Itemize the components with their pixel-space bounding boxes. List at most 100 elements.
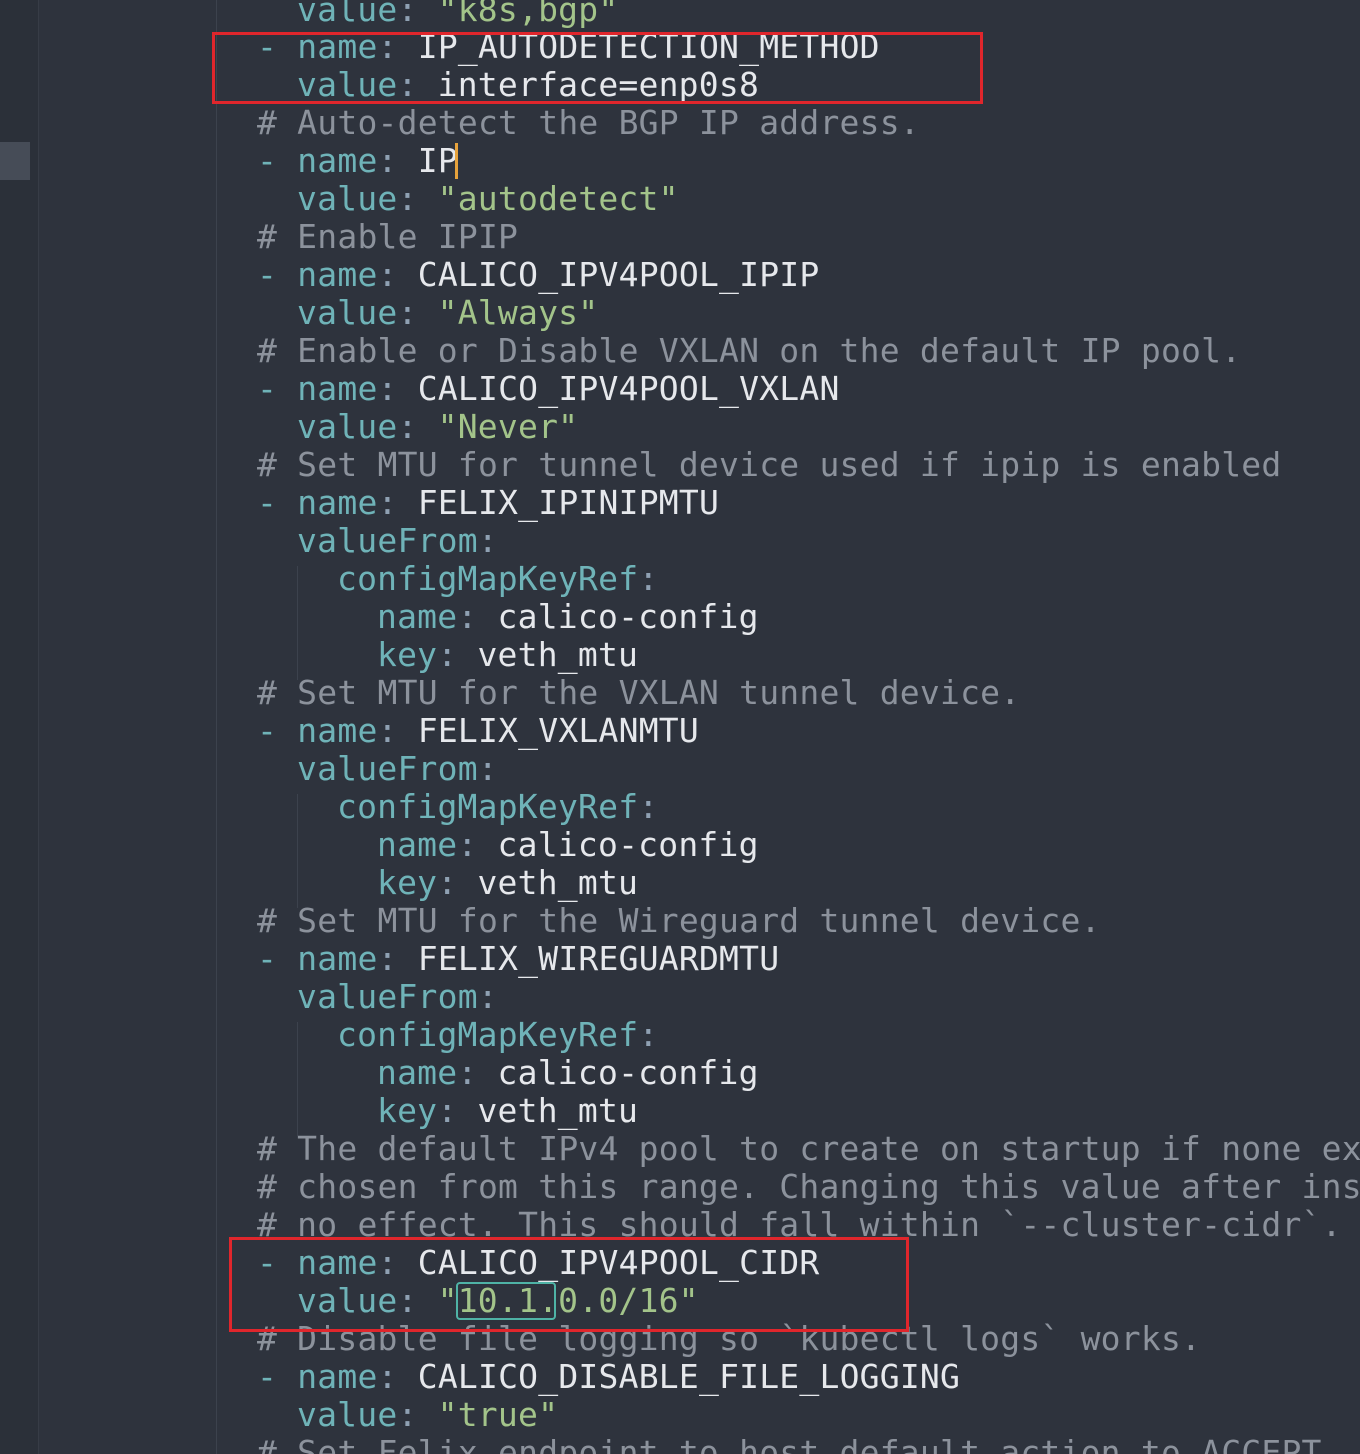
code-line[interactable]: name: calico-config <box>377 1054 759 1092</box>
code-line[interactable]: value: "true" <box>297 1396 558 1434</box>
yaml-string-value: "10.1.0.0/16" <box>417 1281 699 1320</box>
fold-marker[interactable] <box>0 142 30 180</box>
yaml-string-value: "Always" <box>417 293 599 332</box>
yaml-colon: : <box>457 597 478 636</box>
yaml-colon: : <box>377 939 398 978</box>
code-comment[interactable]: # Auto-detect the BGP IP address. <box>257 104 920 142</box>
yaml-colon: : <box>477 977 498 1016</box>
yaml-colon: : <box>377 711 398 750</box>
code-comment[interactable]: # The default IPv4 pool to create on sta… <box>257 1130 1360 1168</box>
yaml-key: name <box>297 369 378 408</box>
indent-guide <box>297 1022 298 1136</box>
yaml-value: calico-config <box>477 1053 759 1092</box>
yaml-colon: : <box>437 635 458 674</box>
code-line[interactable]: valueFrom: <box>297 750 498 788</box>
code-line[interactable]: - name: CALICO_IPV4POOL_IPIP <box>257 256 819 294</box>
yaml-value: calico-config <box>477 597 759 636</box>
yaml-dash: - <box>257 1243 298 1282</box>
yaml-value: FELIX_IPINIPMTU <box>397 483 720 522</box>
yaml-key: value <box>297 1395 398 1434</box>
code-comment[interactable]: # no effect. This should fall within `--… <box>257 1206 1342 1244</box>
code-comment[interactable]: # Disable file logging so `kubectl logs`… <box>257 1320 1201 1358</box>
code-comment[interactable]: # Set Felix endpoint to host default act… <box>257 1434 1342 1454</box>
yaml-value: veth_mtu <box>457 1091 639 1130</box>
code-line[interactable]: key: veth_mtu <box>377 1092 638 1130</box>
yaml-value: CALICO_IPV4POOL_CIDR <box>397 1243 820 1282</box>
code-line[interactable]: value: "10.1.0.0/16" <box>297 1282 699 1320</box>
code-line[interactable]: name: calico-config <box>377 598 759 636</box>
yaml-key: name <box>297 483 378 522</box>
code-comment[interactable]: # Set MTU for tunnel device used if ipip… <box>257 446 1281 484</box>
code-line[interactable]: value: interface=enp0s8 <box>297 66 759 104</box>
code-line[interactable]: value: "k8s,bgp" <box>297 0 618 29</box>
yaml-dash: - <box>257 141 298 180</box>
yaml-string-value: "Never" <box>417 407 579 446</box>
yaml-colon: : <box>377 27 398 66</box>
code-line[interactable]: - name: CALICO_IPV4POOL_CIDR <box>257 1244 819 1282</box>
code-line[interactable]: valueFrom: <box>297 522 498 560</box>
code-line[interactable]: value: "Never" <box>297 408 578 446</box>
code-line[interactable]: - name: IP_AUTODETECTION_METHOD <box>257 28 880 66</box>
yaml-key: name <box>377 825 458 864</box>
yaml-colon: : <box>397 1281 418 1320</box>
code-comment[interactable]: # Enable IPIP <box>257 218 518 256</box>
code-line[interactable]: - name: FELIX_WIREGUARDMTU <box>257 940 779 978</box>
yaml-value: veth_mtu <box>457 863 639 902</box>
yaml-key: value <box>297 65 398 104</box>
yaml-value: IP <box>397 141 458 180</box>
code-line[interactable]: name: calico-config <box>377 826 759 864</box>
yaml-key: name <box>377 597 458 636</box>
yaml-key: name <box>297 141 378 180</box>
code-comment[interactable]: # Set MTU for the VXLAN tunnel device. <box>257 674 1020 712</box>
code-line[interactable]: key: veth_mtu <box>377 864 638 902</box>
yaml-colon: : <box>377 255 398 294</box>
code-line[interactable]: value: "Always" <box>297 294 598 332</box>
code-line[interactable]: - name: CALICO_DISABLE_FILE_LOGGING <box>257 1358 960 1396</box>
code-line[interactable]: configMapKeyRef: <box>337 1016 658 1054</box>
yaml-colon: : <box>457 1053 478 1092</box>
code-line[interactable]: valueFrom: <box>297 978 498 1016</box>
code-line[interactable]: - name: FELIX_IPINIPMTU <box>257 484 719 522</box>
yaml-key: valueFrom <box>297 977 478 1016</box>
yaml-key: value <box>297 0 398 29</box>
yaml-key: key <box>377 863 438 902</box>
yaml-key: value <box>297 293 398 332</box>
yaml-value: FELIX_WIREGUARDMTU <box>397 939 780 978</box>
code-line[interactable]: configMapKeyRef: <box>337 560 658 598</box>
yaml-key: name <box>297 1243 378 1282</box>
yaml-colon: : <box>397 0 418 29</box>
code-line[interactable]: value: "autodetect" <box>297 180 679 218</box>
yaml-colon: : <box>397 407 418 446</box>
code-line[interactable]: - name: CALICO_IPV4POOL_VXLAN <box>257 370 840 408</box>
code-comment[interactable]: # Set MTU for the Wireguard tunnel devic… <box>257 902 1101 940</box>
code-line[interactable]: configMapKeyRef: <box>337 788 658 826</box>
yaml-key: name <box>297 711 378 750</box>
yaml-dash: - <box>257 483 298 522</box>
text-cursor <box>455 143 458 179</box>
yaml-colon: : <box>437 1091 458 1130</box>
indent-guide <box>297 566 298 680</box>
yaml-colon: : <box>477 749 498 788</box>
yaml-key: name <box>297 1357 378 1396</box>
yaml-key: configMapKeyRef <box>337 1015 639 1054</box>
yaml-colon: : <box>397 293 418 332</box>
yaml-key: name <box>297 27 378 66</box>
yaml-key: name <box>297 255 378 294</box>
code-line[interactable]: - name: FELIX_VXLANMTU <box>257 712 699 750</box>
code-line[interactable]: key: veth_mtu <box>377 636 638 674</box>
yaml-colon: : <box>397 179 418 218</box>
code-line[interactable]: - name: IP <box>257 142 458 180</box>
yaml-value: CALICO_IPV4POOL_IPIP <box>397 255 820 294</box>
yaml-value: CALICO_IPV4POOL_VXLAN <box>397 369 840 408</box>
code-comment[interactable]: # chosen from this range. Changing this … <box>257 1168 1360 1206</box>
yaml-key: name <box>377 1053 458 1092</box>
yaml-value: veth_mtu <box>457 635 639 674</box>
yaml-colon: : <box>638 559 659 598</box>
yaml-key: configMapKeyRef <box>337 787 639 826</box>
yaml-key: valueFrom <box>297 749 478 788</box>
yaml-key: valueFrom <box>297 521 478 560</box>
code-editor[interactable]: value: "k8s,bgp" - name: IP_AUTODETECTIO… <box>0 0 1360 1454</box>
yaml-colon: : <box>397 1395 418 1434</box>
code-comment[interactable]: # Enable or Disable VXLAN on the default… <box>257 332 1241 370</box>
yaml-dash: - <box>257 1357 298 1396</box>
